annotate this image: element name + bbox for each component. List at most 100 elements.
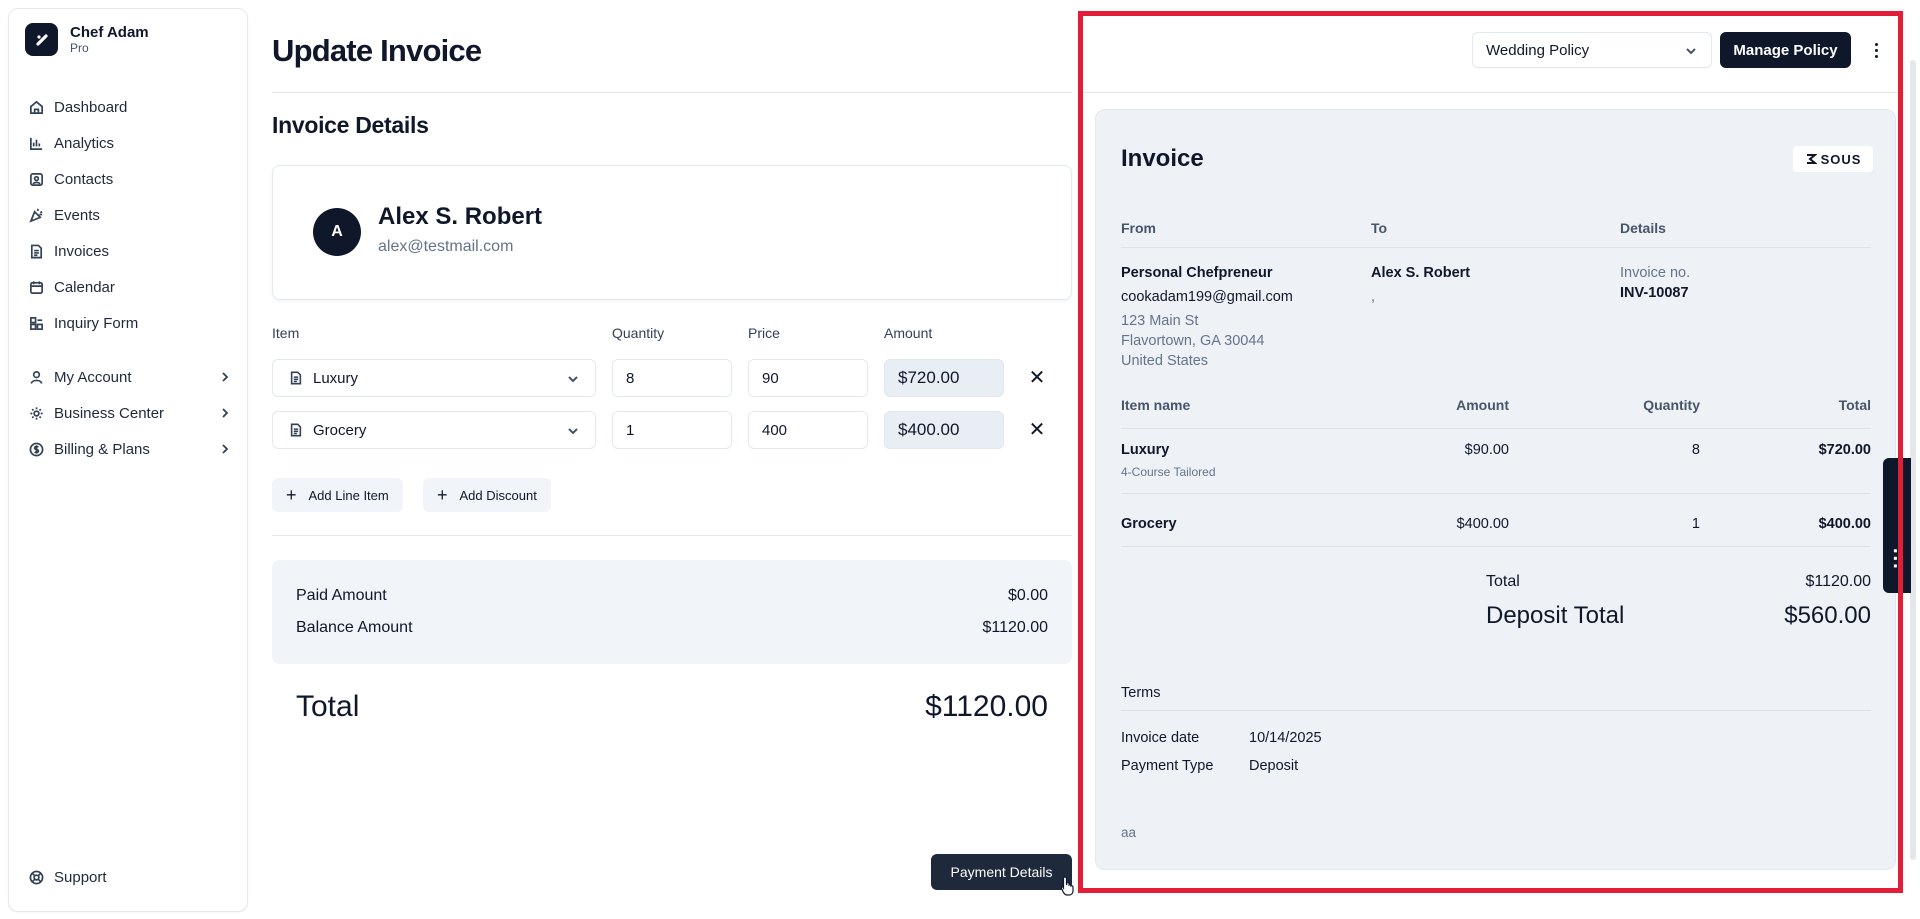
divider [272, 535, 1072, 536]
amount-readonly: $720.00 [884, 359, 1004, 397]
column-header-item-name: Item name [1121, 397, 1191, 413]
brand[interactable]: Chef Adam Pro [25, 23, 149, 56]
avatar: A [313, 208, 361, 256]
balance-amount-label: Balance Amount [296, 619, 413, 636]
column-header-price: Price [748, 325, 780, 341]
column-header-amount: Amount [1456, 397, 1509, 413]
item-select[interactable]: Grocery [272, 411, 596, 449]
sidebar-item-calendar[interactable]: Calendar [17, 269, 241, 305]
deposit-total-label: Deposit Total [1486, 602, 1625, 629]
document-icon [290, 423, 302, 437]
chevron-down-icon [568, 376, 578, 383]
quantity-input[interactable] [612, 359, 732, 397]
price-input[interactable] [748, 359, 868, 397]
invoice-item-amount: $90.00 [1464, 442, 1509, 458]
document-icon [290, 371, 302, 385]
sous-logo-icon [1806, 154, 1817, 164]
sidebar-item-label: Analytics [54, 134, 115, 152]
sidebar-item-label: Inquiry Form [54, 314, 139, 332]
paid-amount-label: Paid Amount [296, 587, 387, 604]
sidebar-item-analytics[interactable]: Analytics [17, 125, 241, 161]
sidebar-item-events[interactable]: Events [17, 197, 241, 233]
paid-amount-value: $0.00 [1007, 587, 1048, 604]
sidebar-item-contacts[interactable]: Contacts [17, 161, 241, 197]
price-input[interactable] [748, 411, 868, 449]
from-name: Personal Chefpreneur [1121, 265, 1273, 281]
sidebar-item-business-center[interactable]: Business Center [17, 395, 241, 431]
invoice-item-total: $720.00 [1818, 442, 1871, 458]
column-header-quantity: Quantity [612, 325, 665, 341]
from-address-line1: 123 Main St [1121, 313, 1199, 329]
sidebar-nav: Dashboard Analytics Contacts Events Invo… [17, 89, 241, 467]
payment-details-button[interactable]: Payment Details [931, 854, 1072, 890]
balance-amount-value: $1120.00 [982, 619, 1048, 636]
more-options-icon[interactable] [1868, 38, 1884, 62]
divider [1121, 546, 1871, 547]
client-card[interactable]: A Alex S. Robert alex@testmail.com [272, 165, 1072, 300]
sidebar-item-label: My Account [54, 368, 132, 386]
add-line-item-label: Add Line Item [308, 487, 389, 503]
sidebar-item-inquiry-form[interactable]: Inquiry Form [17, 305, 241, 341]
from-header: From [1121, 220, 1156, 236]
sidebar-item-label: Invoices [54, 242, 110, 260]
manage-policy-button[interactable]: Manage Policy [1720, 32, 1851, 68]
column-header-item: Item [272, 325, 300, 341]
help-side-tab[interactable]: ▪ ▪ ▪ [1883, 458, 1911, 593]
sidebar-item-billing-plans[interactable]: Billing & Plans [17, 431, 241, 467]
brand-plan: Pro [70, 40, 89, 55]
gear-icon [30, 406, 43, 420]
line-item-row: Luxury $720.00 ✕ [272, 359, 1072, 397]
add-discount-button[interactable]: + Add Discount [423, 478, 551, 512]
column-header-total: Total [1838, 397, 1871, 413]
sidebar-item-label: Contacts [54, 170, 114, 188]
sidebar-item-support[interactable]: Support [17, 859, 241, 895]
divider [272, 92, 1072, 93]
payment-type-value: Deposit [1249, 758, 1299, 774]
paid-amount-row: Paid Amount $0.00 [296, 587, 1048, 605]
calendar-icon [30, 280, 43, 294]
invoice-item-description: 4-Course Tailored [1121, 465, 1216, 479]
sidebar-item-label: Calendar [54, 278, 115, 296]
section-title: Invoice Details [272, 112, 429, 138]
sidebar-item-label: Business Center [54, 404, 165, 422]
chevron-right-icon [222, 372, 229, 382]
chevron-down-icon [568, 428, 578, 435]
bar-chart-icon [30, 137, 43, 150]
sidebar-item-dashboard[interactable]: Dashboard [17, 89, 241, 125]
balance-amount-row: Balance Amount $1120.00 [296, 619, 1048, 637]
invoice-number-label: Invoice no. [1620, 265, 1691, 281]
sidebar-item-my-account[interactable]: My Account [17, 359, 241, 395]
invoice-date-label: Invoice date [1121, 730, 1200, 746]
from-address-line2: Flavortown, GA 30044 [1121, 333, 1265, 349]
form-blocks-icon [30, 316, 43, 330]
dollar-circle-icon [29, 442, 44, 456]
payment-type-label: Payment Type [1121, 758, 1214, 774]
remove-line-item-button[interactable]: ✕ [1027, 368, 1047, 388]
hand-cursor-icon [1060, 876, 1074, 896]
policy-select-value: Wedding Policy [1486, 41, 1590, 59]
brand-name: Chef Adam [70, 23, 149, 41]
invoice-item-total: $400.00 [1818, 516, 1871, 532]
quantity-input[interactable] [612, 411, 732, 449]
column-header-amount: Amount [884, 325, 933, 341]
details-header: Details [1620, 220, 1666, 236]
invoice-item-name: Luxury [1121, 442, 1170, 458]
plus-icon: + [286, 485, 297, 505]
from-country: United States [1121, 353, 1209, 369]
sidebar-item-invoices[interactable]: Invoices [17, 233, 241, 269]
policy-select[interactable]: Wedding Policy [1472, 32, 1712, 68]
sidebar-item-label: Billing & Plans [54, 440, 150, 458]
chevron-right-icon [222, 444, 229, 454]
item-select[interactable]: Luxury [272, 359, 596, 397]
client-email: alex@testmail.com [378, 238, 514, 255]
add-line-item-button[interactable]: + Add Line Item [272, 478, 403, 512]
invoice-preview: Invoice SOUS From To Details Personal Ch… [1095, 109, 1896, 870]
terms-label: Terms [1121, 685, 1161, 701]
deposit-total-value: $560.00 [1784, 602, 1871, 629]
remove-line-item-button[interactable]: ✕ [1027, 420, 1047, 440]
line-item-row: Grocery $400.00 ✕ [272, 411, 1072, 449]
total-label: Total [296, 690, 360, 723]
item-select-value: Luxury [313, 369, 359, 387]
brand-logo-icon [25, 23, 58, 56]
sous-logo: SOUS [1793, 146, 1873, 172]
